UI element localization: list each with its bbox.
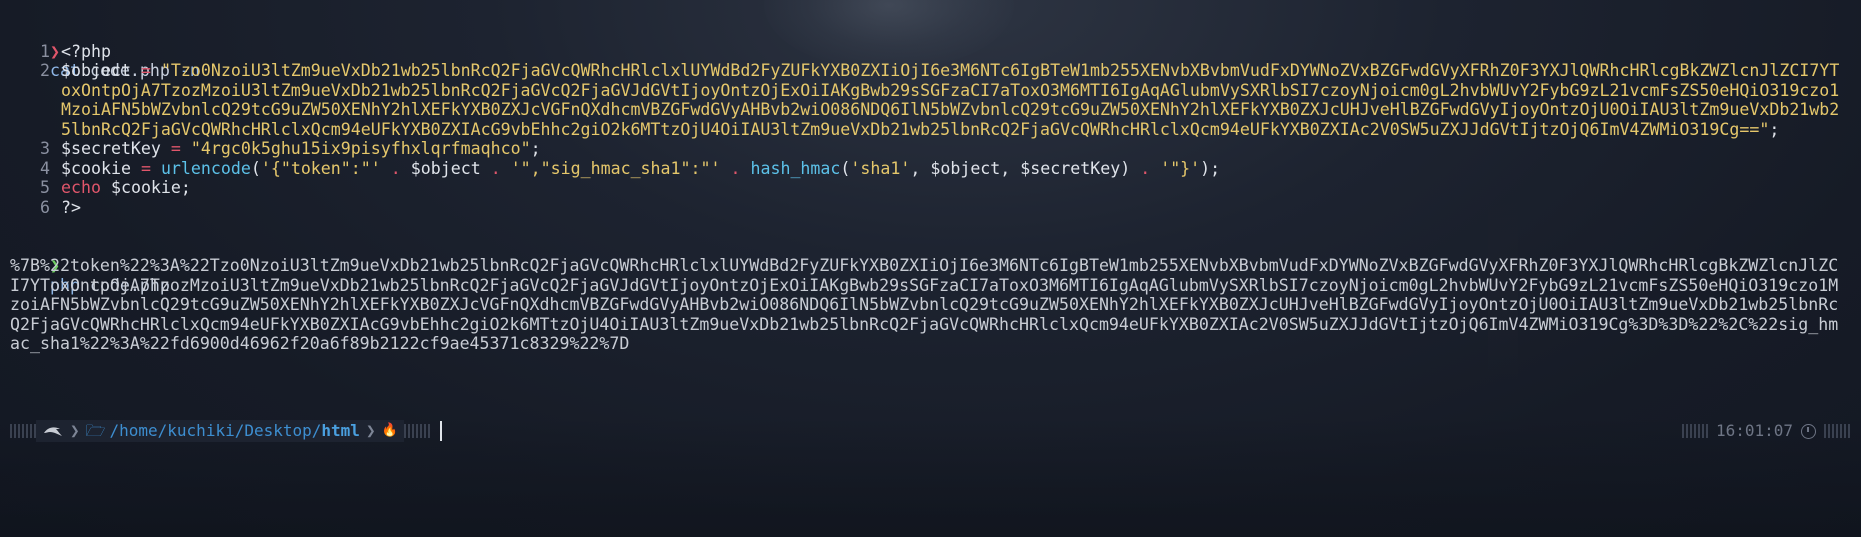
status-bar-divider	[1681, 424, 1708, 438]
code-line-4: 4 $cookie = urlencode('{"token":"' . $ob…	[10, 159, 1845, 179]
code-paren: )	[1120, 158, 1131, 178]
status-bar-divider	[10, 424, 36, 438]
current-directory-prefix: /home/kuchiki/Desktop/	[109, 421, 322, 441]
code-variable: $cookie	[61, 158, 131, 178]
os-segment: ❯ 🗁 /home/kuchiki/Desktop/html ❯ 🔥	[36, 420, 404, 442]
code-string: 'sha1'	[850, 158, 911, 178]
code-paren: (	[250, 158, 261, 178]
code-function: hash_hmac	[750, 158, 841, 178]
code-terminator: ;	[1769, 119, 1780, 139]
code-operator: .	[490, 158, 501, 178]
code-variable: $object	[930, 158, 1001, 178]
clock-time: 16:01:07	[1715, 421, 1793, 441]
folder-icon: 🗁	[85, 421, 106, 441]
code-operator: =	[140, 158, 151, 178]
code-text: $secretKey = "4rgc0k5ghu15ix9pisyfhxlqrf…	[61, 139, 1841, 159]
code-line-5: 5 echo $cookie;	[10, 178, 1845, 198]
fire-icon: 🔥	[381, 423, 398, 439]
code-string: '"}'	[1160, 158, 1201, 178]
chevron-right-icon: ❯	[70, 421, 80, 441]
code-line-3: 3 $secretKey = "4rgc0k5ghu15ix9pisyfhxlq…	[10, 139, 1845, 159]
code-comma: ,	[910, 158, 921, 178]
line-number: 5	[40, 178, 50, 197]
code-line-2: 2 $object = "Tzo0NzoiU3ltZm9ueVxDb21wb25…	[10, 61, 1845, 139]
command-output: %7B%22token%22%3A%22Tzo0NzoiU3ltZm9ueVxD…	[10, 256, 1839, 353]
code-text: ?>	[61, 197, 81, 217]
code-string: '{"token":"'	[260, 158, 381, 178]
code-operator: =	[170, 139, 181, 158]
code-variable: $secretKey	[61, 139, 161, 158]
code-operator: .	[730, 158, 741, 178]
code-text: $cookie = urlencode('{"token":"' . $obje…	[61, 159, 1841, 179]
command-line-cat: ❯ cat code.php -n	[10, 22, 1845, 81]
code-line-6: 6 ?>	[10, 198, 1845, 218]
code-terminator: ;	[530, 139, 541, 158]
code-variable: $object	[61, 61, 131, 80]
code-comma: ,	[1000, 158, 1011, 178]
code-text: <?php	[61, 41, 111, 61]
code-variable: $cookie	[110, 178, 181, 197]
code-keyword: echo	[61, 178, 101, 197]
line-number: 1	[40, 41, 50, 61]
code-terminator: );	[1200, 158, 1221, 178]
code-variable: $object	[410, 158, 481, 178]
line-number: 6	[40, 197, 50, 217]
code-string: '","sig_hmac_sha1":"'	[510, 158, 721, 178]
code-paren: (	[840, 158, 851, 178]
line-number: 2	[40, 61, 50, 80]
command-line-php: ❯ php code.php	[10, 237, 1845, 295]
line-number: 3	[40, 139, 50, 158]
status-bar-divider	[403, 424, 430, 438]
code-function: urlencode	[160, 158, 251, 178]
code-terminator: ;	[180, 178, 191, 197]
terminal-output: ❯ cat code.php -n 1 <?php 2 $object = "T…	[10, 22, 1845, 354]
code-operator: =	[140, 61, 151, 80]
kali-dragon-icon	[44, 427, 62, 436]
code-operator: .	[390, 158, 401, 178]
chevron-right-icon: ❯	[365, 421, 376, 441]
text-cursor[interactable]	[439, 421, 442, 441]
code-text: echo $cookie;	[61, 178, 1841, 198]
code-string: "Tzo0NzoiU3ltZm9ueVxDb21wb25lbnRcQ2FjaGV…	[61, 61, 1840, 139]
code-text: $object = "Tzo0NzoiU3ltZm9ueVxDb21wb25lb…	[61, 61, 1841, 139]
time-segment: 16:01:07	[1708, 420, 1824, 442]
code-line-1: 1 <?php	[10, 42, 1845, 62]
code-string: "4rgc0k5ghu15ix9pisyfhxlqrfmaqhco"	[190, 139, 531, 158]
clock-icon	[1801, 423, 1816, 439]
code-variable: $secretKey	[1020, 158, 1121, 178]
line-number: 4	[40, 158, 50, 178]
code-operator: .	[1140, 158, 1151, 178]
prompt-status-bar: ❯ 🗁 /home/kuchiki/Desktop/html ❯ 🔥 16:01…	[10, 420, 1850, 442]
status-bar-divider	[1824, 424, 1850, 438]
current-directory-name: html	[321, 421, 360, 441]
